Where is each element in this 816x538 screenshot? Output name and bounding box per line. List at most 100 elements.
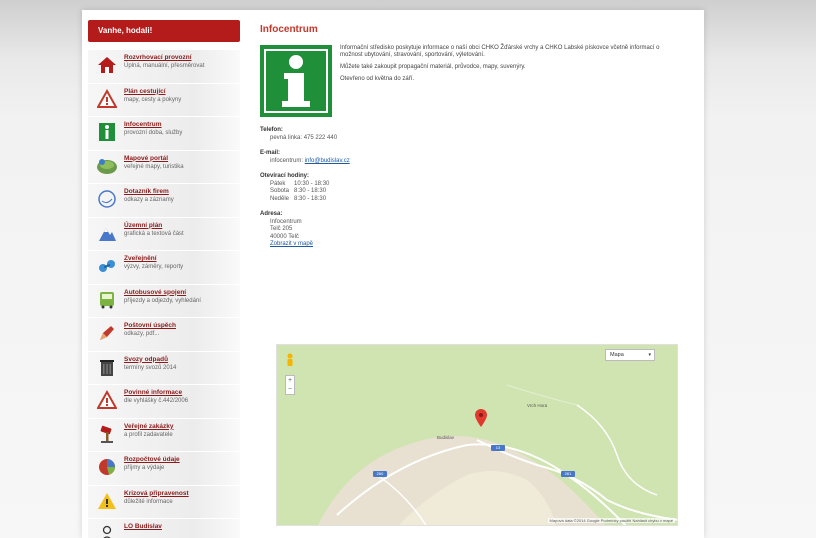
pegman-icon[interactable] xyxy=(285,353,295,369)
sidebar-item-14[interactable]: LO Budislav xyxy=(88,519,240,538)
yellow-warning-icon xyxy=(96,490,118,512)
sidebar-item-title: Svozy odpadů xyxy=(124,355,169,363)
globe-icon xyxy=(96,155,118,177)
sidebar-item-12[interactable]: Rozpočtové údaje příjmy a výdaje xyxy=(88,452,240,486)
bus-icon xyxy=(96,289,118,311)
sidebar-item-title: Veřejné zakázky xyxy=(124,422,174,430)
sidebar-item-sub: grafická a textová část xyxy=(124,230,184,237)
sidebar-item-sub: odkazy a záznamy xyxy=(124,197,174,203)
map-type-label: Mapa xyxy=(610,352,624,358)
sidebar-item-13[interactable]: Krizová připravenost důležité informace xyxy=(88,485,240,519)
hours-time: 10:30 - 18:30 xyxy=(294,180,330,187)
page-container: Vanhe, hodali! Rozvrhovací provozní Úplná… xyxy=(82,10,704,538)
road-shield: 260 xyxy=(373,471,387,477)
hours-label: Otevírací hodiny: xyxy=(260,173,310,179)
email-row: infocentrum: info@budislav.cz xyxy=(260,158,692,166)
link-icon xyxy=(96,255,118,277)
sidebar-item-0[interactable]: Rozvrhovací provozní Úplná, manuální, pře… xyxy=(88,50,240,84)
sidebar-item-title: Mapové portál xyxy=(124,154,169,162)
zoom-out-icon[interactable]: − xyxy=(286,385,294,394)
map-hill-label: Vrch Hora xyxy=(527,403,548,408)
zoom-control[interactable]: + − xyxy=(285,375,295,395)
sidebar-item-title: Infocentrum xyxy=(124,121,162,128)
sidebar-item-title: Zveřejnění xyxy=(124,255,157,262)
map-canvas[interactable] xyxy=(277,345,678,526)
address-label: Adresa: xyxy=(260,211,283,217)
pen-icon xyxy=(96,322,118,344)
hours-time: 8:30 - 18:30 xyxy=(294,188,327,194)
map-widget[interactable]: + − Mapa ▾ Budislav Vrch Hora 260 13 261… xyxy=(276,344,678,526)
warning-triangle-icon xyxy=(96,88,118,110)
chart-icon xyxy=(96,456,118,478)
gavel-icon xyxy=(96,423,118,445)
sidebar-item-title: Územní plán xyxy=(124,221,163,229)
sidebar-item-5[interactable]: Územní plán grafická a textová část xyxy=(88,217,240,251)
sidebar-item-sub: odkazy, pdf... xyxy=(124,331,160,337)
show-on-map-link[interactable]: Zobrazit v mapě xyxy=(270,241,692,249)
address-section: Adresa: Infocentrum Telč 205 40000 Telč … xyxy=(260,211,692,249)
sidebar-item-1[interactable]: Plán cestující mapy, cesty a pokyny xyxy=(88,83,240,117)
sidebar-item-sub: a profil zadavatele xyxy=(124,431,173,438)
sidebar-header: Vanhe, hodali! xyxy=(88,20,240,42)
sidebar-item-sub: výzvy, záměry, reporty xyxy=(124,264,184,270)
sidebar-item-10[interactable]: Povinné informace dle vyhlášky č.442/2006 xyxy=(88,385,240,419)
hours-day: Pátek xyxy=(270,180,286,187)
hours-day: Neděle xyxy=(270,195,290,202)
map-marker-icon[interactable] xyxy=(475,409,487,427)
intro-paragraph: Otevřeno od května do září. xyxy=(340,76,415,82)
mountain-icon xyxy=(96,222,118,244)
hours-row: Sobota 8:30 - 18:30 xyxy=(270,188,692,196)
sidebar-item-sub: mapy, cesty a pokyny xyxy=(124,96,182,103)
hours-list: Pátek 10:30 - 18:30 Sobota 8:30 - 18:30 Ne… xyxy=(260,181,692,204)
main-content: Infocentrum Informační středisko poskytu… xyxy=(260,24,692,249)
sidebar-item-title: Povinné informace xyxy=(124,389,183,396)
sidebar: Vanhe, hodali! Rozvrhovací provozní Úplná… xyxy=(88,20,240,538)
sidebar-item-title: Autobusové spojení xyxy=(124,288,187,296)
chat-icon xyxy=(96,188,118,210)
sidebar-item-sub: důležité informace xyxy=(124,498,173,505)
intro-text: Informační středisko poskytuje informace… xyxy=(340,45,670,117)
map-place-label: Budislav xyxy=(437,435,455,440)
email-section: E-mail: infocentrum: info@budislav.cz xyxy=(260,150,692,165)
page-title: Infocentrum xyxy=(260,24,318,35)
email-link[interactable]: info@budislav.cz xyxy=(305,158,350,164)
phone-value: pevná linka: 475 222 440 xyxy=(270,134,338,141)
sidebar-item-4[interactable]: Dotazník firem odkazy a záznamy xyxy=(88,184,240,218)
email-label: E-mail: xyxy=(260,150,281,156)
intro-paragraph: Můžete také zakoupit propagační materiál… xyxy=(340,64,526,70)
sidebar-item-title: Poštovní úspěch xyxy=(124,322,177,329)
sidebar-item-sub: provozní doba, služby xyxy=(124,130,183,136)
phone-section: Telefon: pevná linka: 475 222 440 xyxy=(260,127,692,142)
sidebar-item-8[interactable]: Poštovní úspěch odkazy, pdf... xyxy=(88,318,240,352)
intro-paragraph: Informační středisko poskytuje informace… xyxy=(340,45,660,58)
sidebar-item-9[interactable]: Svozy odpadů termíny svozů 2014 xyxy=(88,351,240,385)
sidebar-item-sub: veřejné mapy, turistika xyxy=(124,163,184,170)
sidebar-item-title: LO Budislav xyxy=(124,523,162,530)
address-line: Telč 205 xyxy=(270,226,293,232)
warning-triangle-icon xyxy=(96,389,118,411)
hours-row: Pátek 10:30 - 18:30 xyxy=(270,181,692,189)
sidebar-item-title: Plán cestující xyxy=(124,87,166,95)
sidebar-item-3[interactable]: Mapové portál veřejné mapy, turistika xyxy=(88,150,240,184)
road-shield: 13 xyxy=(491,445,505,451)
email-prefix: infocentrum: xyxy=(270,157,304,164)
sidebar-item-title: Rozvrhovací provozní xyxy=(124,54,192,61)
intro-section: Informační středisko poskytuje informace… xyxy=(260,45,692,117)
sidebar-item-sub: termíny svozů 2014 xyxy=(124,364,177,371)
zoom-in-icon[interactable]: + xyxy=(286,376,294,385)
sidebar-item-6[interactable]: Zveřejnění výzvy, záměry, reporty xyxy=(88,251,240,285)
map-attribution[interactable]: Mapová data ©2014 Google Podmínky použit… xyxy=(547,518,675,523)
info-icon xyxy=(96,121,118,143)
hours-day: Sobota xyxy=(270,188,290,194)
address-line: Infocentrum xyxy=(270,218,302,225)
sidebar-list: Rozvrhovací provozní Úplná, manuální, pře… xyxy=(88,50,240,538)
sidebar-item-11[interactable]: Veřejné zakázky a profil zadavatele xyxy=(88,418,240,452)
bin-icon xyxy=(96,356,118,378)
phone-label: Telefon: xyxy=(260,127,283,133)
sidebar-item-7[interactable]: Autobusové spojení příjezdy a odjezdy, vy… xyxy=(88,284,240,318)
map-type-select[interactable]: Mapa ▾ xyxy=(605,349,655,361)
hours-time: 8:30 - 18:30 xyxy=(294,195,327,202)
sidebar-item-sub: Úplná, manuální, přesměrovat xyxy=(124,63,205,69)
sidebar-item-2[interactable]: Infocentrum provozní doba, služby xyxy=(88,117,240,151)
road-shield: 261 xyxy=(561,471,575,477)
